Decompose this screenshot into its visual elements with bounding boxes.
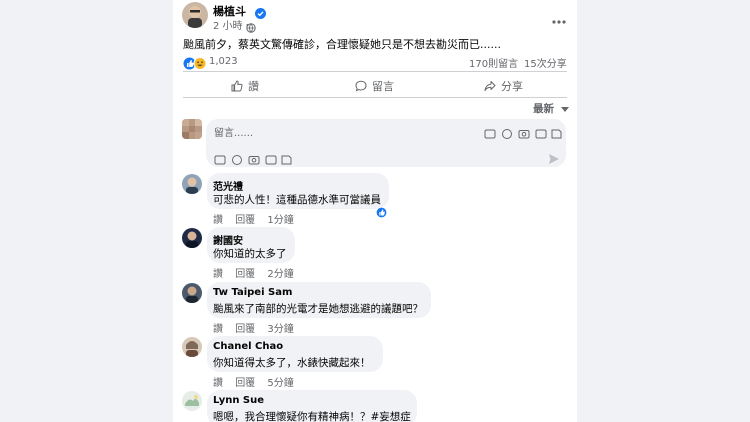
share-button[interactable]: 分享 <box>484 78 523 94</box>
commenter-name[interactable]: Chanel Chao <box>213 341 283 352</box>
divider <box>183 97 567 98</box>
comment-count[interactable]: 170則留言 <box>469 55 518 70</box>
sort-label: 最新 <box>533 103 554 115</box>
comment-bubble: Tw Taipei Sam 颱風來了南部的光電才是她想逃避的議題吧？ <box>207 282 431 318</box>
divider <box>183 71 567 72</box>
commenter-name[interactable]: 謝國安 <box>213 232 243 247</box>
commenter-avatar[interactable] <box>182 174 202 194</box>
comment-time[interactable]: 2分鐘 <box>267 269 293 280</box>
comment-actions: 讚 回覆 2分鐘 <box>213 265 303 280</box>
verified-badge-icon <box>255 4 266 19</box>
comment-text: 颱風來了南部的光電才是她想逃避的議題吧？ <box>213 303 423 315</box>
commenter-avatar[interactable] <box>182 391 202 411</box>
like-button[interactable]: 讚 <box>231 78 259 94</box>
like-label: 讚 <box>248 80 259 93</box>
comment-reply-button[interactable]: 回覆 <box>235 215 255 226</box>
commenter-name[interactable]: Tw Taipei Sam <box>213 287 292 298</box>
send-icon[interactable] <box>548 150 560 164</box>
comment-like-button[interactable]: 讚 <box>213 269 223 280</box>
comment-bubble: 謝國安 你知道的太多了 <box>207 227 295 263</box>
comment-reply-button[interactable]: 回覆 <box>235 378 255 389</box>
comment-bubble: 范光禮 可悲的人性！這種品德水準可當議員 <box>207 173 389 209</box>
share-icon <box>484 81 496 91</box>
comment-text: 你知道得太多了，水錶快藏起來！ <box>213 357 371 369</box>
comment-bubble: Chanel Chao 你知道得太多了，水錶快藏起來！ <box>207 336 383 372</box>
comment-label: 留言 <box>372 80 394 93</box>
comment-actions: 讚 回覆 3分鐘 <box>213 320 303 335</box>
reaction-icons[interactable] <box>183 55 207 70</box>
comment-time[interactable]: 5分鐘 <box>267 378 293 389</box>
comment-like-button[interactable]: 讚 <box>213 215 223 226</box>
comment-reply-button[interactable]: 回覆 <box>235 269 255 280</box>
globe-icon <box>246 18 256 33</box>
commenter-name[interactable]: 范光禮 <box>213 178 243 193</box>
comment-sort-dropdown[interactable]: 最新 <box>533 101 569 116</box>
commenter-avatar[interactable] <box>182 337 202 357</box>
comment-time[interactable]: 1分鐘 <box>267 215 293 226</box>
comment-time[interactable]: 3分鐘 <box>267 324 293 335</box>
share-label: 分享 <box>501 80 523 93</box>
reaction-count[interactable]: 1,023 <box>209 56 238 67</box>
comment-composer[interactable]: 留言...... <box>206 119 566 167</box>
comment-actions: 讚 回覆 1分鐘 <box>213 211 303 226</box>
comment-like-button[interactable]: 讚 <box>213 324 223 335</box>
commenter-avatar[interactable] <box>182 283 202 303</box>
more-options-icon[interactable] <box>551 10 567 24</box>
comment-button[interactable]: 留言 <box>355 78 394 94</box>
post-card: 楊植斗 2 小時・ 颱風前夕，蔡英文驚傳確診，合理懷疑她只是不想去勘災而已...… <box>173 0 577 422</box>
current-user-avatar <box>182 119 202 139</box>
composer-tools <box>484 125 562 139</box>
comment-like-button[interactable]: 讚 <box>213 378 223 389</box>
comment-input[interactable]: 留言...... <box>214 124 253 139</box>
commenter-name[interactable]: Lynn Sue <box>213 395 264 406</box>
comment-text: 你知道的太多了 <box>213 248 287 260</box>
composer-tools-row <box>214 151 294 165</box>
like-icon <box>231 80 243 92</box>
comment-reply-button[interactable]: 回覆 <box>235 324 255 335</box>
commenter-avatar[interactable] <box>182 228 202 248</box>
comment-text: 嗯嗯，我合理懷疑你有精神病！？#妄想症 <box>213 411 411 422</box>
comment-bubble: Lynn Sue 嗯嗯，我合理懷疑你有精神病！？#妄想症 <box>207 390 417 422</box>
comment-like-reaction-icon[interactable] <box>376 203 387 218</box>
comment-text: 可悲的人性！這種品德水準可當議員 <box>213 194 381 206</box>
author-avatar[interactable] <box>182 2 208 28</box>
avatar-image <box>182 2 208 28</box>
post-text: 颱風前夕，蔡英文驚傳確診，合理懷疑她只是不想去勘災而已...... <box>183 38 501 51</box>
comment-icon <box>355 80 367 92</box>
share-count[interactable]: 15次分享 <box>524 55 567 70</box>
caret-down-icon <box>560 106 569 112</box>
comment-actions: 讚 回覆 5分鐘 <box>213 374 303 389</box>
